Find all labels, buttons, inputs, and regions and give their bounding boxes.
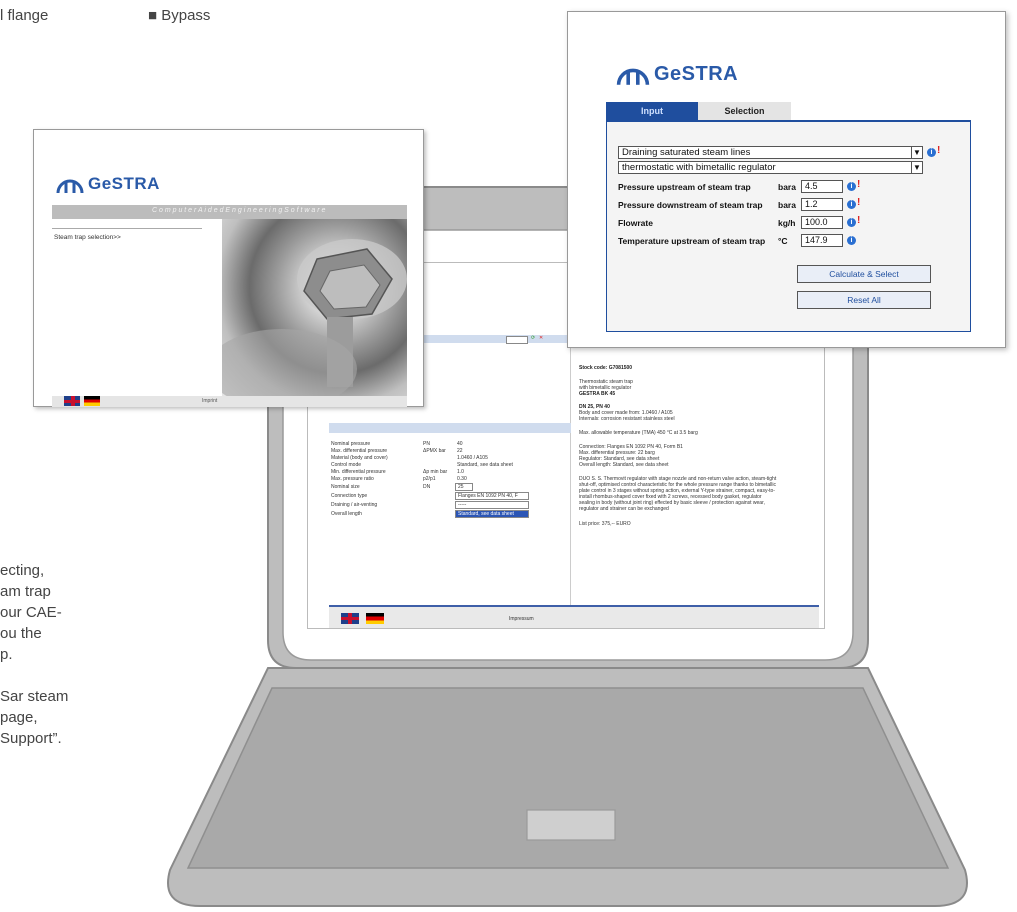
- gestra-logo: GeSTRA: [56, 174, 160, 194]
- keyboard-area: [186, 687, 950, 869]
- spec-label: Control mode: [331, 462, 362, 468]
- pressure-downstream-unit: bara: [778, 200, 796, 210]
- pressure-upstream-unit: bara: [778, 182, 796, 192]
- photo-detail: [222, 239, 407, 396]
- uk-flag-icon[interactable]: [64, 396, 80, 406]
- info-icon[interactable]: i: [847, 200, 856, 209]
- connection-select[interactable]: Flanges EN 1092 PN 40, F: [455, 492, 529, 500]
- spec-label: Max. pressure ratio: [331, 476, 374, 482]
- info-icon[interactable]: i: [847, 236, 856, 245]
- tab-input[interactable]: Input: [606, 102, 698, 120]
- divider: [52, 228, 202, 229]
- german-flag-icon[interactable]: [366, 613, 384, 624]
- spec-unit: PN: [423, 441, 430, 447]
- application-select-value: Draining saturated steam lines: [622, 147, 751, 158]
- info-icon[interactable]: i: [847, 182, 856, 191]
- info-icon[interactable]: i: [847, 218, 856, 227]
- gestra-logo-text: GeSTRA: [88, 174, 160, 193]
- chevron-down-icon[interactable]: ▼: [911, 162, 922, 173]
- overall-length-label: Overall length: [331, 511, 362, 517]
- spec-label: Nominal pressure: [331, 441, 371, 447]
- spec-label: Material (body and cover): [331, 455, 388, 461]
- list-price: List price: 375,-- EURO: [579, 521, 631, 527]
- desc-line: Max. allowable temperature (TMA) 450 °C …: [579, 430, 698, 436]
- spec-unit: ΔPMX bar: [423, 448, 446, 454]
- top-select[interactable]: [506, 336, 528, 344]
- gestra-logo-text: GeSTRA: [654, 62, 739, 85]
- tab-selection[interactable]: Selection: [698, 102, 791, 120]
- calculate-select-button[interactable]: Calculate & Select: [797, 265, 931, 283]
- spec-value: Standard, see data sheet: [457, 462, 513, 468]
- pressure-upstream-label: Pressure upstream of steam trap: [618, 182, 751, 192]
- spec-label: Max. differential pressure: [331, 448, 388, 454]
- connection-label: Connection type: [331, 493, 368, 499]
- desc-line: GESTRA BK 45: [579, 391, 616, 397]
- specs-band: [329, 423, 571, 433]
- welcome-footer: Imprint: [52, 396, 407, 407]
- steam-trap-selection-link[interactable]: Steam trap selection>>: [54, 234, 121, 241]
- trap-type-select[interactable]: thermostatic with bimetallic regulator ▼: [618, 161, 923, 174]
- spec-value: 40: [457, 441, 463, 447]
- pressure-upstream-input[interactable]: 4.5: [801, 180, 843, 193]
- warning-icon: !: [937, 145, 941, 156]
- german-flag-icon[interactable]: [84, 396, 100, 406]
- info-icon[interactable]: i: [927, 148, 936, 157]
- touchpad: [526, 809, 616, 841]
- spec-label: Min. differential pressure: [331, 469, 386, 475]
- spec-unit: p2/p1: [423, 476, 436, 482]
- gestra-logo: GeSTRA: [616, 62, 738, 86]
- application-select[interactable]: Draining saturated steam lines ▼: [618, 146, 923, 159]
- reset-all-button[interactable]: Reset All: [797, 291, 931, 309]
- desc-line: regulator and strainer can be exchanged: [579, 506, 669, 512]
- spec-value: 0.30: [457, 476, 467, 482]
- nominal-size-unit: DN: [423, 484, 431, 490]
- gestra-logo-icon: [56, 179, 84, 194]
- pressure-downstream-input[interactable]: 1.2: [801, 198, 843, 211]
- gestra-logo-icon: [616, 68, 650, 85]
- warning-icon: !: [857, 197, 861, 208]
- impressum-link[interactable]: Impressum: [509, 616, 534, 622]
- cae-banner: C o m p u t e r A i d e d E n g i n e e …: [52, 205, 407, 219]
- pressure-downstream-label: Pressure downstream of steam trap: [618, 200, 763, 210]
- trap-type-select-value: thermostatic with bimetallic regulator: [622, 162, 776, 173]
- warning-icon: !: [857, 179, 861, 190]
- tab-bar: Input Selection: [606, 102, 791, 120]
- nominal-size-label: Nominal size: [331, 484, 360, 490]
- steam-trap-photo: [222, 219, 407, 396]
- flowrate-label: Flowrate: [618, 218, 653, 228]
- chevron-down-icon[interactable]: ▼: [911, 147, 922, 158]
- spec-unit: Δp min bar: [423, 469, 448, 475]
- imprint-link[interactable]: Imprint: [202, 398, 217, 404]
- temperature-upstream-unit: °C: [778, 236, 788, 246]
- uk-flag-icon[interactable]: [341, 613, 359, 624]
- temperature-upstream-input[interactable]: 147.9: [801, 234, 843, 247]
- temperature-upstream-label: Temperature upstream of steam trap: [618, 236, 766, 246]
- input-window: GeSTRA Input Selection Draining saturate…: [567, 11, 1006, 348]
- close-icon[interactable]: ✕: [539, 335, 543, 341]
- warning-icon: !: [857, 215, 861, 226]
- draining-label: Draining / air-venting: [331, 502, 378, 508]
- refresh-icon[interactable]: ⟳: [531, 335, 535, 341]
- input-form: Draining saturated steam lines ▼ i ! the…: [606, 120, 971, 332]
- welcome-window: GeSTRA C o m p u t e r A i d e d E n g i…: [33, 129, 424, 407]
- cae-banner-text: C o m p u t e r A i d e d E n g i n e e …: [152, 207, 326, 214]
- overall-length-select[interactable]: Standard, see data sheet: [455, 510, 529, 518]
- spec-value: 22: [457, 448, 463, 454]
- draining-select[interactable]: -----: [455, 501, 529, 509]
- spec-value: 1.0: [457, 469, 464, 475]
- stock-code: Stock code: G7081500: [579, 365, 633, 371]
- nominal-size-select[interactable]: 25: [455, 483, 473, 491]
- spec-value: 1.0460 / A105: [457, 455, 488, 461]
- desc-line: Internals: corrosion resistant stainless…: [579, 416, 675, 422]
- flowrate-unit: kg/h: [778, 218, 796, 228]
- flowrate-input[interactable]: 100.0: [801, 216, 843, 229]
- screen-footer: Impressum: [329, 605, 819, 628]
- desc-line: Overall length: Standard, see data sheet: [579, 462, 669, 468]
